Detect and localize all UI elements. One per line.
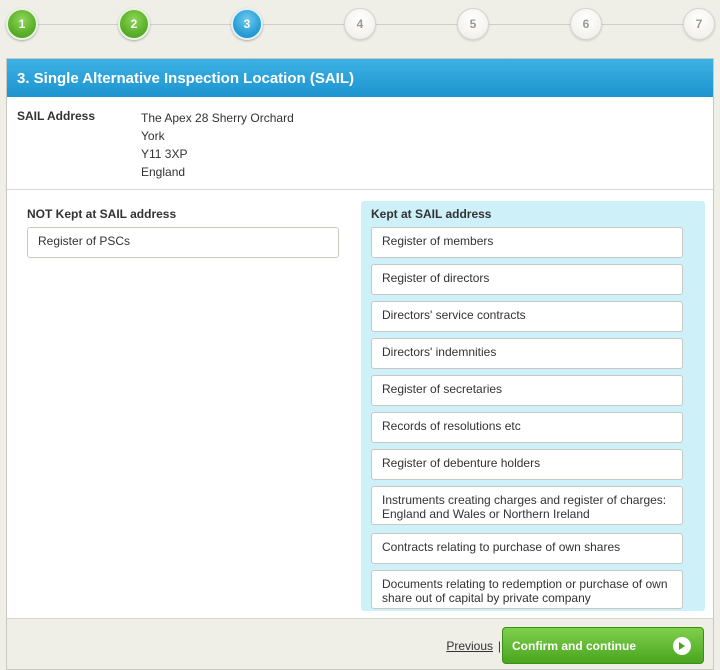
address-line: Y11 3XP <box>141 147 188 161</box>
form-footer: Previous | Confirm and continue <box>7 618 713 669</box>
kept-item[interactable]: Contracts relating to purchase of own sh… <box>371 533 683 564</box>
step-1[interactable]: 1 <box>6 8 38 40</box>
link-separator: | <box>497 639 501 653</box>
kept-item[interactable]: Documents relating to redemption or purc… <box>371 570 683 609</box>
kept-title: Kept at SAIL address <box>371 207 492 221</box>
sail-panel: 3. Single Alternative Inspection Locatio… <box>6 58 714 670</box>
kept-item[interactable]: Register of members <box>371 227 683 258</box>
kept-item[interactable]: Register of directors <box>371 264 683 295</box>
arrow-right-icon <box>673 637 691 655</box>
sail-address-row: SAIL Address The Apex 28 Sherry Orchard … <box>7 97 713 190</box>
kept-item[interactable]: Register of secretaries <box>371 375 683 406</box>
address-line: England <box>141 165 186 179</box>
address-line: York <box>141 129 165 143</box>
sail-address-label: SAIL Address <box>17 109 96 123</box>
step-7: 7 <box>683 8 715 40</box>
step-2[interactable]: 2 <box>118 8 150 40</box>
step-5: 5 <box>457 8 489 40</box>
not-kept-title: NOT Kept at SAIL address <box>27 207 177 221</box>
previous-link[interactable]: Previous <box>446 639 493 653</box>
address-line: The Apex 28 Sherry Orchard <box>141 111 294 125</box>
confirm-and-continue-button[interactable]: Confirm and continue <box>502 627 704 664</box>
step-3: 3 <box>231 8 263 40</box>
not-kept-item[interactable]: Register of PSCs <box>27 227 339 258</box>
kept-item[interactable]: Directors' service contracts <box>371 301 683 332</box>
confirm-button-label: Confirm and continue <box>512 638 636 653</box>
step-6: 6 <box>570 8 602 40</box>
sail-address-value: The Apex 28 Sherry Orchard York Y11 3XP … <box>141 109 294 181</box>
kept-item[interactable]: Register of debenture holders <box>371 449 683 480</box>
kept-item[interactable]: Instruments creating charges and registe… <box>371 486 683 525</box>
progress-stepper: 1 2 3 4 5 6 7 <box>0 0 720 52</box>
panel-title: 3. Single Alternative Inspection Locatio… <box>7 59 713 97</box>
kept-item[interactable]: Directors' indemnities <box>371 338 683 369</box>
step-4: 4 <box>344 8 376 40</box>
kept-item[interactable]: Records of resolutions etc <box>371 412 683 443</box>
